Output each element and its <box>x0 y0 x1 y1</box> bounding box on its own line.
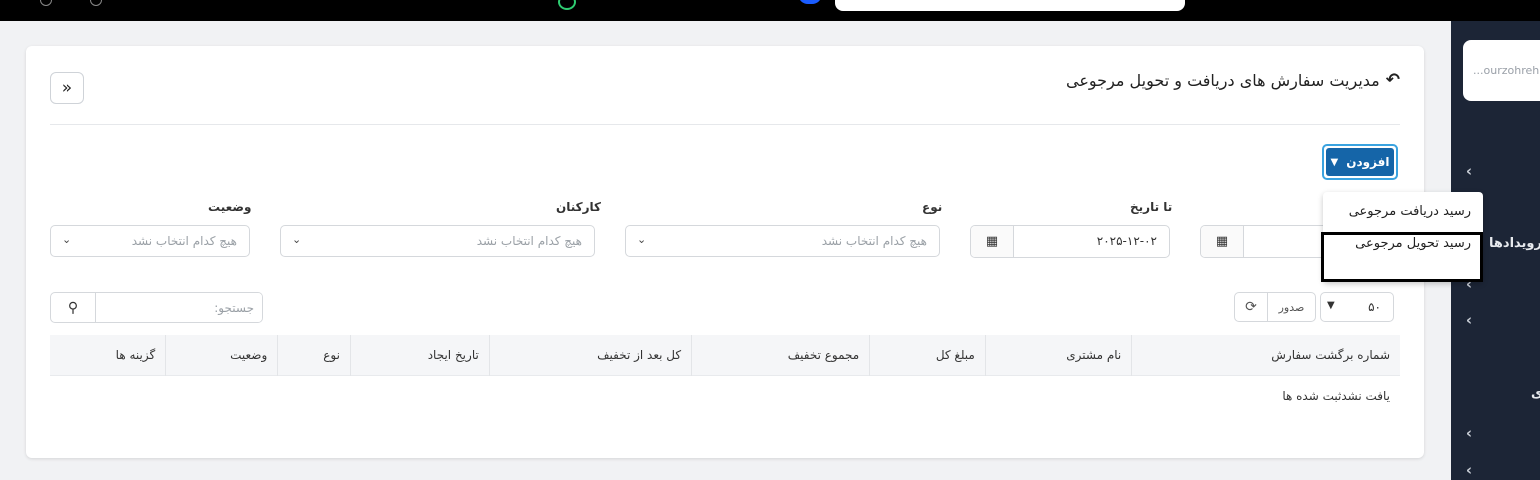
sidebar-item-partial[interactable]: ی <box>1531 386 1540 401</box>
table-search: ⚲ <box>50 292 263 323</box>
to-date-field[interactable]: ▦ ۲۰۲۵-۱۲-۰۲ <box>970 225 1170 258</box>
column-header[interactable]: کل بعد از تخفیف <box>488 335 692 376</box>
whatsapp-icon[interactable] <box>558 0 576 10</box>
add-button-label: افزودن <box>1346 155 1390 169</box>
chevron-left-icon[interactable]: ‹ <box>1461 424 1477 442</box>
sidebar-search[interactable]: ...ourzohreh <box>1463 40 1540 101</box>
search-icon: ⚲ <box>67 299 79 316</box>
column-header[interactable]: تاریخ ایجاد <box>349 335 490 376</box>
to-date-label: تا تاریخ <box>1130 200 1173 214</box>
to-date-value: ۲۰۲۵-۱۲-۰۲ <box>1096 234 1157 248</box>
page-length-value: ۵۰ <box>1368 300 1381 314</box>
divider <box>50 124 1400 125</box>
chevron-down-icon: ▼ <box>1327 300 1335 311</box>
double-chevron-right-icon: » <box>61 78 73 98</box>
reply-all-icon: ↶ <box>1385 70 1400 90</box>
table-actions: ⟳ صدور <box>1234 292 1316 322</box>
export-button[interactable]: صدور <box>1268 293 1315 321</box>
column-header[interactable]: مجموع تخفیف <box>691 335 870 376</box>
profile-icon[interactable] <box>798 0 822 4</box>
browser-top-bar <box>0 0 1540 21</box>
sidebar-search-value: ...ourzohreh <box>1473 64 1540 77</box>
column-header[interactable]: وضعیت <box>165 335 278 376</box>
employees-label: کارکنان <box>556 200 602 214</box>
chevron-left-icon[interactable]: ‹ <box>1461 461 1477 479</box>
employees-placeholder: هیچ کدام انتخاب نشد <box>476 234 582 248</box>
orders-table: شماره برگشت سفارش نام مشتری مبلغ کل مجمو… <box>50 335 1400 416</box>
column-header[interactable]: نوع <box>277 335 351 376</box>
status-label: وضعیت <box>208 200 252 214</box>
sidebar-item-events[interactable]: رویدادها <box>1489 236 1540 251</box>
chevron-left-icon[interactable]: ‹ <box>1461 311 1477 329</box>
type-placeholder: هیچ کدام انتخاب نشد <box>821 234 927 248</box>
status-select[interactable]: هیچ کدام انتخاب نشد ⌄ <box>50 225 250 257</box>
address-bar[interactable] <box>835 0 1185 11</box>
page-length-select[interactable]: ۵۰ ▼ <box>1320 292 1394 322</box>
add-button[interactable]: افزودن ▼ <box>1322 144 1398 180</box>
refresh-button[interactable]: ⟳ <box>1235 293 1268 321</box>
refresh-icon: ⟳ <box>1245 299 1257 315</box>
column-header[interactable]: شماره برگشت سفارش <box>1131 335 1400 376</box>
page-title-text: مدیریت سفارش های دریافت و تحویل مرجوعی <box>1066 70 1380 90</box>
table-row: یافت نشدثبت شده ها <box>50 375 1400 416</box>
menu-item-receive-return[interactable]: رسید دریافت مرجوعی <box>1323 204 1483 219</box>
table-header-row: شماره برگشت سفارش نام مشتری مبلغ کل مجمو… <box>50 335 1400 376</box>
search-input[interactable] <box>96 293 262 322</box>
column-header[interactable]: مبلغ کل <box>869 335 986 376</box>
column-header[interactable]: گزینه ها <box>50 335 166 376</box>
reload-icon[interactable] <box>90 0 102 6</box>
add-dropdown-menu: رسید دریافت مرجوعی رسید تحویل مرجوعی <box>1323 192 1483 282</box>
column-header[interactable]: نام مشتری <box>984 335 1132 376</box>
page-title: ↶ مدیریت سفارش های دریافت و تحویل مرجوعی <box>1066 70 1400 90</box>
menu-item-deliver-return[interactable]: رسید تحویل مرجوعی <box>1323 236 1483 251</box>
chevron-left-icon[interactable]: ‹ <box>1461 162 1477 180</box>
empty-message: یافت نشدثبت شده ها <box>50 375 1400 416</box>
type-label: نوع <box>922 200 943 214</box>
calendar-icon[interactable]: ▦ <box>1201 226 1244 257</box>
calendar-icon[interactable]: ▦ <box>971 226 1014 257</box>
chevron-down-icon: ▼ <box>1330 156 1339 168</box>
chevron-down-icon: ⌄ <box>292 233 302 246</box>
status-placeholder: هیچ کدام انتخاب نشد <box>131 234 237 248</box>
type-select[interactable]: هیچ کدام انتخاب نشد ⌄ <box>625 225 940 257</box>
search-button[interactable]: ⚲ <box>51 293 96 322</box>
chevron-down-icon: ⌄ <box>637 233 647 246</box>
main-card: » ↶ مدیریت سفارش های دریافت و تحویل مرجو… <box>26 46 1424 458</box>
employees-select[interactable]: هیچ کدام انتخاب نشد ⌄ <box>280 225 595 257</box>
back-icon[interactable] <box>40 0 52 6</box>
collapse-button[interactable]: » <box>50 72 84 104</box>
chevron-down-icon: ⌄ <box>62 233 72 246</box>
